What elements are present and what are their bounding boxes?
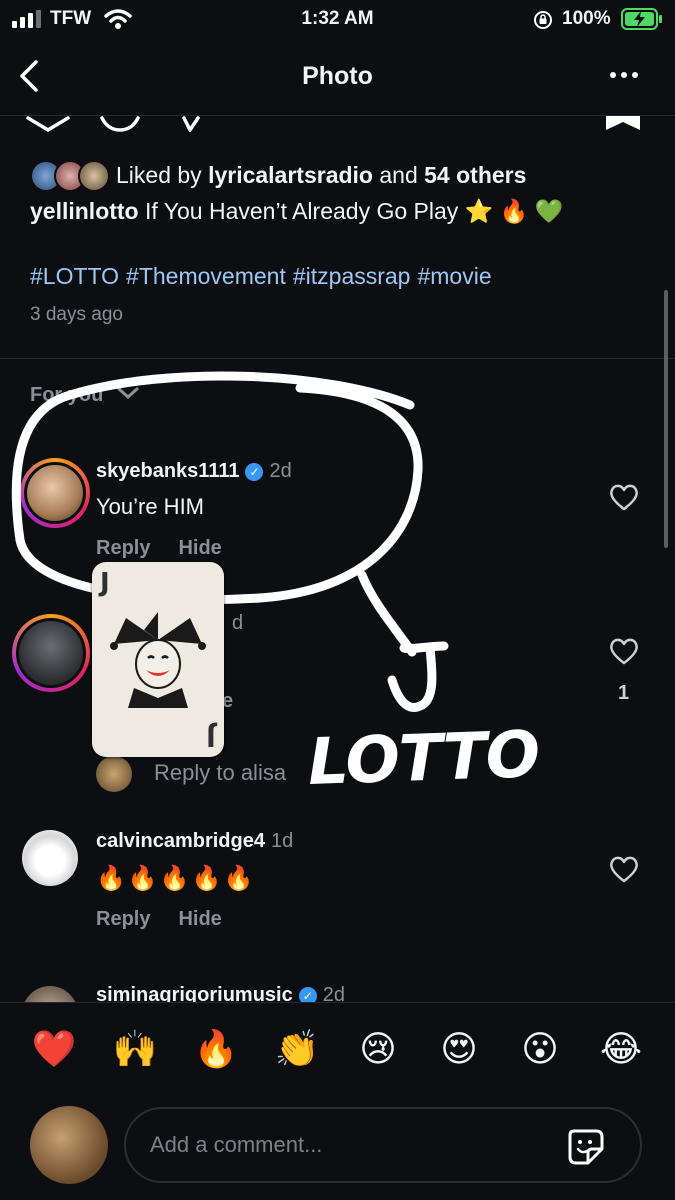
comment-age: 1d — [270, 830, 294, 852]
reaction-crying[interactable]: 😢 — [348, 1028, 408, 1070]
comment-username-text: siminagrigoriumusic — [96, 984, 293, 1002]
liked-by-prefix: Liked by — [116, 162, 202, 188]
comment-like-icon[interactable] — [608, 854, 640, 884]
likes-row[interactable]: Liked by lyricalartsradio and 54 others — [30, 160, 650, 192]
hashtag-link[interactable]: #Themovement — [126, 263, 286, 289]
comment-input-box[interactable] — [124, 1107, 642, 1183]
scrollbar[interactable] — [664, 290, 668, 548]
hashtag-link[interactable]: #LOTTO — [30, 263, 119, 289]
reaction-raised-hands[interactable]: 🙌 — [105, 1028, 165, 1070]
comments-filter[interactable]: For you — [30, 384, 139, 407]
hide-button[interactable]: Hide — [178, 908, 221, 930]
comment-like-icon[interactable] — [608, 482, 640, 512]
comment-username-text: calvincambridge4 — [96, 830, 265, 852]
joker-card-sticker: J J — [92, 562, 224, 757]
like-post-icon[interactable] — [26, 116, 70, 132]
reaction-divider — [0, 1002, 675, 1003]
verified-badge-icon: ✓ — [245, 463, 264, 481]
bookmark-icon[interactable] — [604, 116, 642, 132]
post-divider — [0, 358, 675, 359]
liked-by-and: and — [379, 162, 418, 188]
comment-username[interactable]: skyebanks1111 ✓ 2d — [96, 460, 292, 483]
reaction-surprised[interactable]: 😮 — [510, 1028, 570, 1070]
current-user-avatar — [30, 1106, 108, 1184]
comment-partial: siminagrigoriumusic ✓ 2d — [0, 980, 675, 1002]
status-bar: TFW 1:32 AM 100% — [0, 0, 675, 38]
reaction-heart-eyes[interactable]: 😍 — [429, 1028, 489, 1070]
sticker-icon[interactable] — [566, 1127, 606, 1167]
hashtag-link[interactable]: #itzpassrap — [293, 263, 411, 289]
hide-button[interactable]: Hide — [178, 537, 221, 559]
more-options-icon[interactable] — [606, 60, 642, 90]
avatar — [96, 756, 132, 792]
comment-actions: Reply Hide — [96, 537, 250, 560]
scribble-j — [387, 641, 449, 712]
reply-to-text: Reply to alisa — [154, 760, 287, 785]
comment-username-text: skyebanks1111 — [96, 460, 240, 482]
hashtag-link[interactable]: #movie — [417, 263, 491, 289]
page-title: Photo — [302, 62, 373, 90]
comment-age: 2d — [269, 460, 292, 482]
share-icon[interactable] — [180, 116, 206, 132]
avatar[interactable] — [22, 986, 78, 1002]
avatar — [24, 462, 86, 524]
orientation-lock-icon — [534, 11, 552, 29]
comment-input[interactable] — [148, 1131, 552, 1159]
comments-filter-label: For you — [30, 384, 104, 406]
liker-avatar — [78, 160, 110, 192]
verified-badge-icon: ✓ — [298, 987, 317, 1002]
post-timestamp: 3 days ago — [30, 304, 123, 325]
card-rank-bottom: J — [206, 721, 216, 751]
comment-like-count: 1 — [618, 682, 630, 704]
caption-username[interactable]: yellinlotto — [30, 198, 139, 224]
reaction-clap[interactable]: 👏 — [267, 1028, 327, 1070]
comment-actions: Reply Hide — [96, 908, 250, 931]
battery-charging-icon — [621, 8, 662, 30]
caption-text: If You Haven’t Already Go Play ⭐️ 🔥 💚 — [145, 198, 564, 224]
comment-avatar[interactable] — [22, 830, 78, 886]
comment-username[interactable]: calvincambridge4 1d — [96, 830, 293, 853]
chevron-down-icon — [117, 387, 139, 400]
comment-avatar[interactable] — [20, 458, 90, 528]
avatar — [16, 618, 86, 688]
post-caption: yellinlotto If You Haven’t Already Go Pl… — [30, 198, 563, 225]
scribble-arrow — [357, 570, 417, 657]
comment-age: d — [232, 612, 244, 634]
card-rank-top: J — [100, 568, 110, 598]
lotto-scribble-text: LOTTO — [306, 717, 541, 801]
comment-icon[interactable] — [98, 116, 142, 132]
liked-by-text: Liked by lyricalartsradio and 54 others — [116, 162, 526, 189]
comment-text: 🔥🔥🔥🔥🔥 — [96, 865, 256, 892]
liked-by-others[interactable]: 54 others — [424, 162, 526, 188]
liked-by-user[interactable]: lyricalartsradio — [208, 162, 373, 188]
comment-like-icon[interactable] — [608, 636, 640, 666]
reply-button[interactable]: Reply — [96, 908, 150, 930]
comment-age: 2d — [322, 984, 345, 1002]
reaction-laughing[interactable]: 😂 — [591, 1028, 651, 1070]
comment-avatar[interactable] — [12, 614, 90, 692]
joker-icon — [110, 612, 206, 708]
battery-percentage: 100% — [562, 8, 611, 29]
reaction-fire[interactable]: 🔥 — [186, 1028, 246, 1070]
reply-button[interactable]: Reply — [96, 537, 150, 559]
hashtags: #LOTTO #Themovement #itzpassrap #movie — [30, 263, 499, 290]
reaction-heart[interactable]: ❤️ — [24, 1028, 84, 1070]
comment-text: You’re HIM — [96, 494, 205, 519]
comment-username[interactable]: siminagrigoriumusic ✓ 2d — [96, 984, 345, 1002]
